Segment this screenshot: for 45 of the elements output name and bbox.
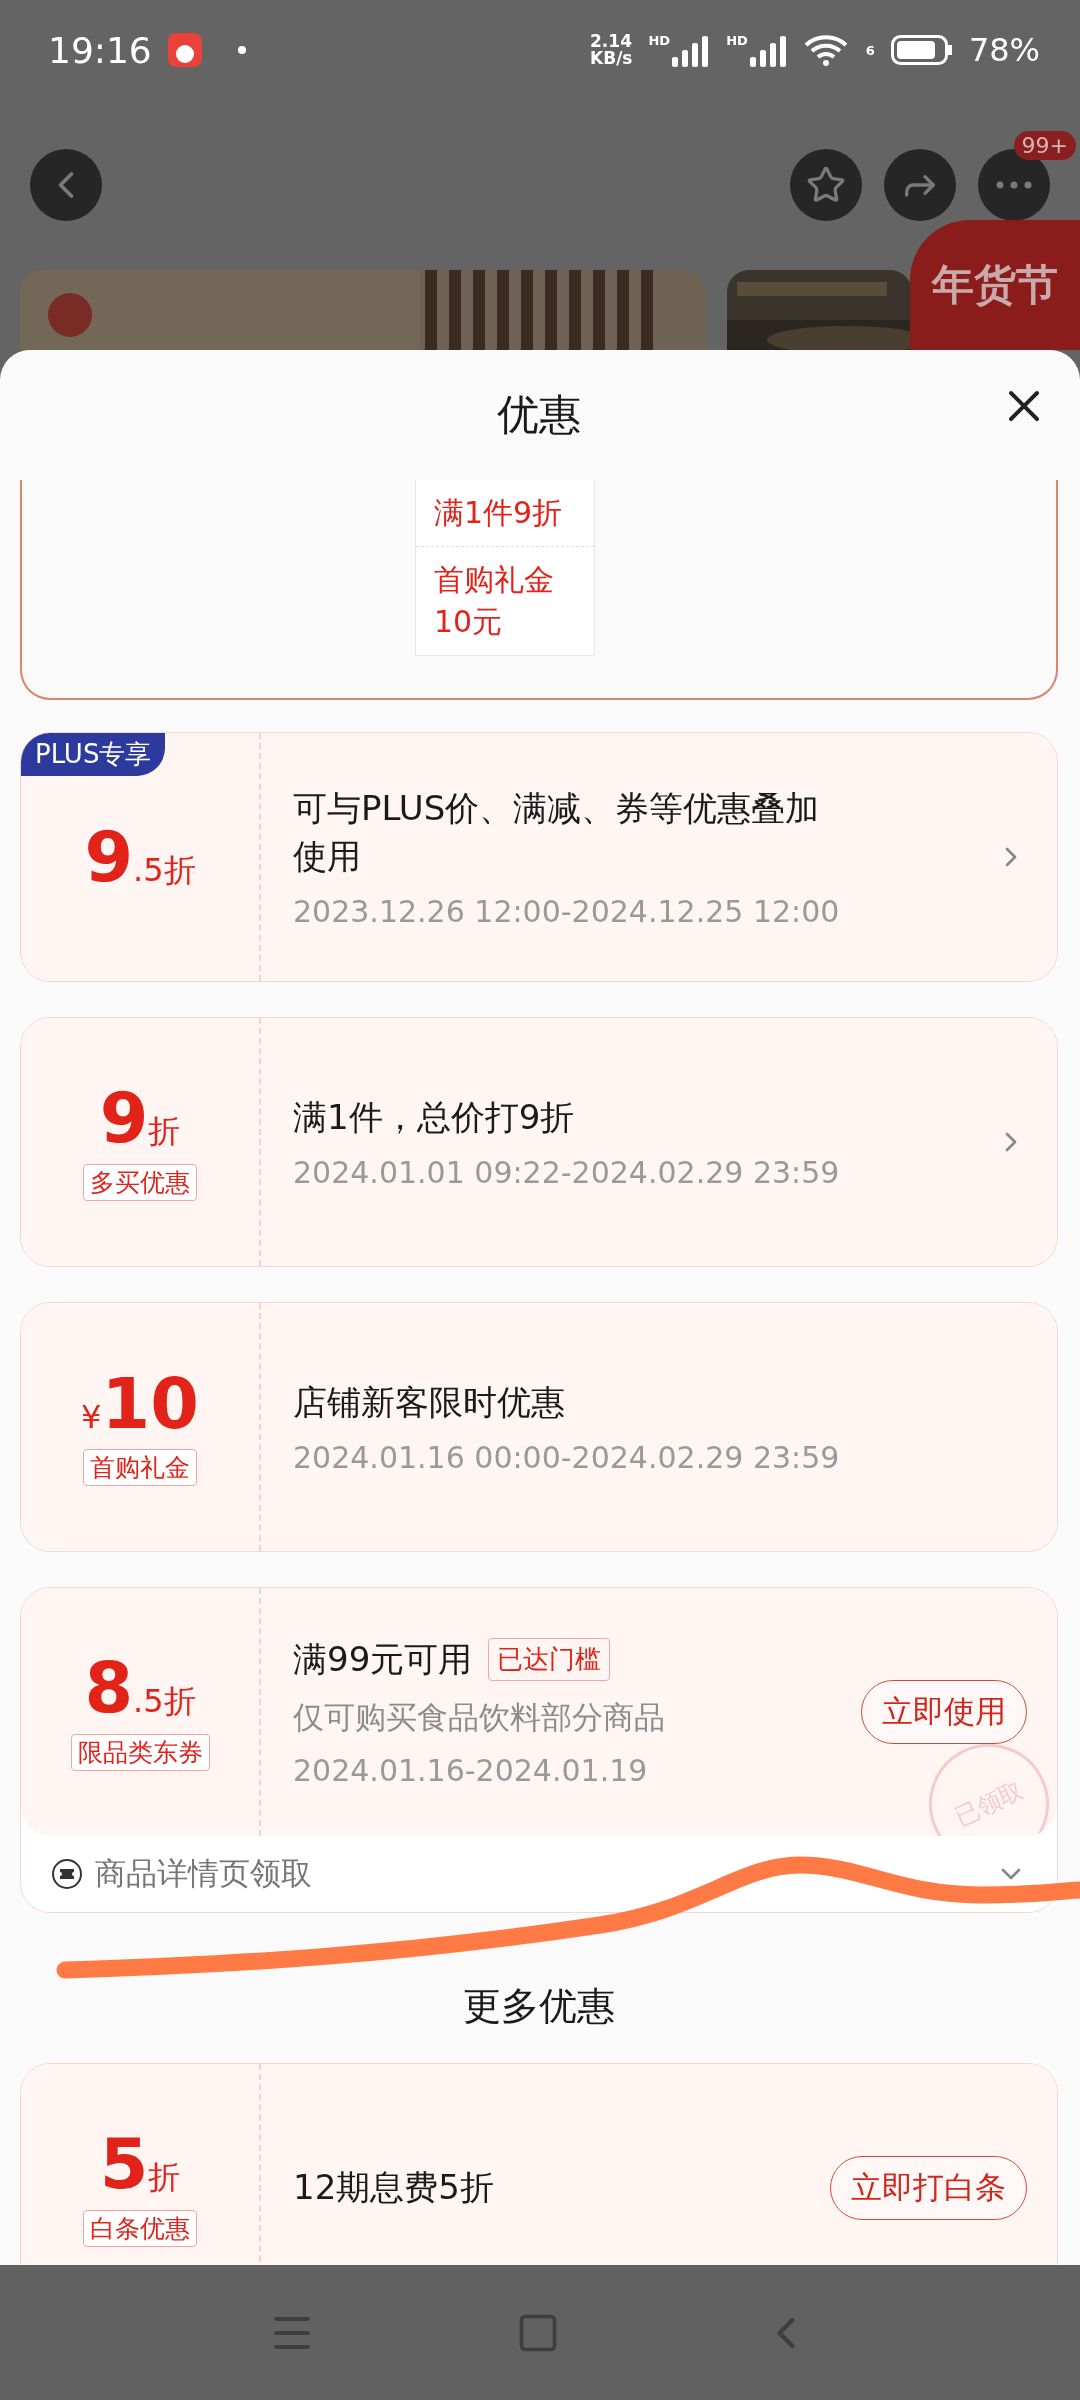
use-now-button[interactable]: 立即打白条 (830, 2156, 1027, 2220)
validity-period: 2024.01.16-2024.01.19 (293, 1753, 649, 1789)
clock: 19:16 (48, 29, 152, 71)
discount-amount: 8.5折 (84, 1653, 196, 1724)
discount-amount: ¥10 (81, 1368, 199, 1439)
wifi-icon (803, 33, 850, 67)
threshold-badge: 已达门槛 (488, 1638, 611, 1681)
more-icon (996, 181, 1032, 189)
coupon-type-tag: 白条优惠 (83, 2210, 197, 2247)
app-notification-icon (167, 33, 202, 67)
coupon-title: 12期息费5折 (293, 2166, 494, 2210)
coupon-title: 可与PLUS价、满减、券等优惠叠加使用 (293, 786, 821, 878)
notification-dot-icon (237, 46, 246, 54)
use-now-button[interactable]: 立即使用 (861, 1680, 1027, 1744)
coupon-type-tag: 限品类东券 (70, 1734, 210, 1771)
validity-period: 2024.01.16 00:00-2024.02.29 23:59 (293, 1440, 841, 1476)
notification-badge: 99+ (1013, 131, 1076, 160)
coupon-title: 店铺新客限时优惠 (293, 1380, 565, 1424)
coupon-title: 满1件，总价打9折 (293, 1095, 575, 1139)
sheet-title: 优惠 (497, 389, 581, 441)
discount-amount: 5折 (99, 2129, 181, 2200)
battery-percent: 78% (968, 31, 1040, 69)
signal-icon (672, 33, 711, 67)
coupon-type-tag: 首购礼金 (83, 1448, 197, 1486)
discount-amount: 9折 (99, 1083, 181, 1154)
plus-badge: PLUS专享 (21, 733, 166, 776)
wifi-standard-label: 6 (865, 42, 875, 58)
hd-label: HD (726, 33, 748, 48)
validity-period: 2024.01.01 09:22-2024.02.29 23:59 (293, 1155, 841, 1191)
coupon-scope: 仅可购买食品饮料部分商品 (293, 1698, 666, 1738)
coupon-type-tag: 多买优惠 (83, 1164, 197, 1201)
summary-item: 首购礼金10元 (416, 546, 594, 655)
discount-amount: 9.5折 (84, 821, 196, 893)
claim-source: 商品详情页领取 (95, 1854, 313, 1893)
summary-item: 满1件9折 (433, 494, 564, 532)
coupon-title: 满99元可用 (293, 1637, 473, 1681)
ticket-icon (51, 1858, 83, 1890)
festival-badge[interactable]: 年货节 (910, 220, 1080, 350)
network-speed: 2.14 KB/s (590, 33, 633, 67)
validity-period: 2023.12.26 12:00-2024.12.25 12:00 (293, 894, 841, 930)
hd-label: HD (648, 33, 671, 48)
signal-icon (749, 33, 788, 67)
star-icon (806, 165, 846, 205)
battery-icon (890, 35, 953, 65)
section-title: 更多优惠 (463, 1982, 615, 2030)
